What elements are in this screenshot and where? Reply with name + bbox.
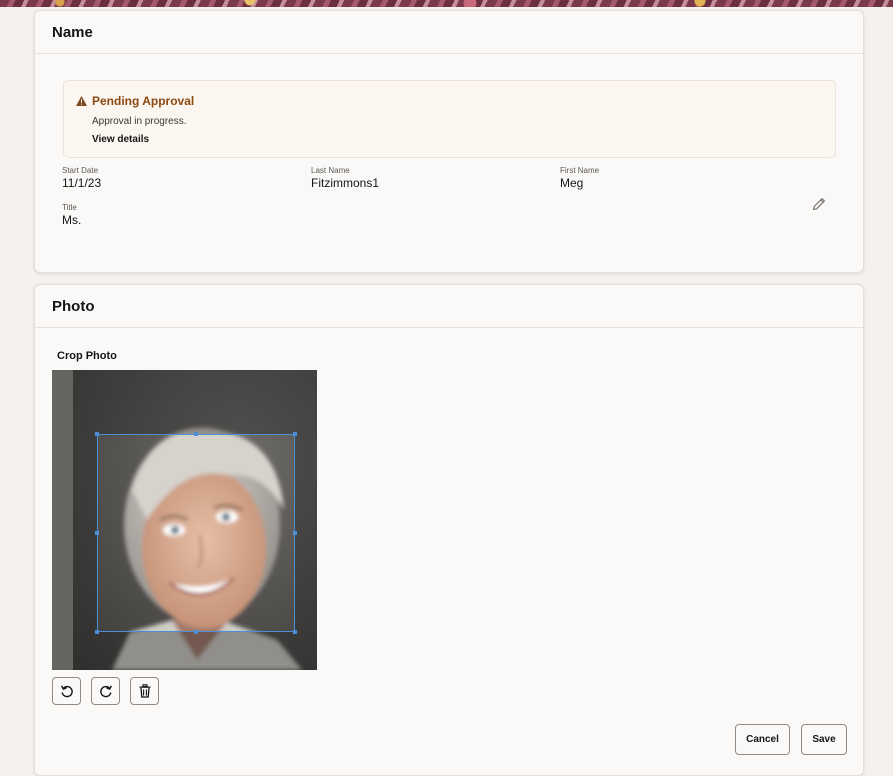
crop-handle-top[interactable]: [194, 432, 198, 436]
alert-message: Approval in progress.: [92, 116, 187, 127]
view-details-link[interactable]: View details: [92, 134, 149, 145]
alert-title: Pending Approval: [92, 94, 195, 108]
start-date-label: Start Date: [62, 166, 99, 175]
rotate-left-button[interactable]: [52, 677, 81, 705]
title-field: Title Ms.: [62, 203, 81, 227]
edit-name-button[interactable]: [809, 194, 829, 214]
cancel-button[interactable]: Cancel: [735, 724, 790, 755]
crop-photo-label: Crop Photo: [57, 350, 117, 362]
crop-handle-bottom[interactable]: [194, 630, 198, 634]
header-banner: [0, 0, 893, 7]
crop-handle-bottom-right[interactable]: [293, 630, 297, 634]
crop-handle-top-left[interactable]: [95, 432, 99, 436]
warning-icon: [76, 96, 87, 106]
crop-handle-left[interactable]: [95, 531, 99, 535]
name-section-title: Name: [52, 23, 93, 41]
crop-handle-right[interactable]: [293, 531, 297, 535]
delete-photo-button[interactable]: [130, 677, 159, 705]
photo-card: Photo Crop Photo Cancel Save: [34, 284, 864, 776]
crop-handle-top-right[interactable]: [293, 432, 297, 436]
save-button[interactable]: Save: [801, 724, 847, 755]
name-card-header: Name: [35, 11, 863, 54]
photo-card-header: Photo: [35, 285, 863, 328]
title-value: Ms.: [62, 213, 82, 227]
first-name-label: First Name: [560, 166, 600, 175]
start-date-value: 11/1/23: [62, 176, 102, 190]
start-date-field: Start Date 11/1/23: [62, 166, 101, 190]
name-card: Name Pending Approval Approval in progre…: [34, 10, 864, 273]
photo-crop-area[interactable]: [52, 370, 317, 670]
photo-section-title: Photo: [52, 297, 95, 315]
first-name-value: Meg: [560, 176, 584, 190]
rotate-right-button[interactable]: [91, 677, 120, 705]
pending-approval-alert: Pending Approval Approval in progress. V…: [63, 80, 836, 158]
pencil-icon: [812, 198, 825, 211]
trash-icon: [139, 684, 150, 698]
crop-selection[interactable]: [95, 432, 297, 634]
last-name-label: Last Name: [311, 166, 350, 175]
last-name-value: Fitzimmons1: [311, 176, 380, 190]
crop-handle-bottom-left[interactable]: [95, 630, 99, 634]
last-name-field: Last Name Fitzimmons1: [311, 166, 379, 190]
rotate-right-icon: [99, 685, 112, 698]
rotate-left-icon: [60, 685, 73, 698]
first-name-field: First Name Meg: [560, 166, 599, 190]
title-label: Title: [62, 203, 77, 212]
